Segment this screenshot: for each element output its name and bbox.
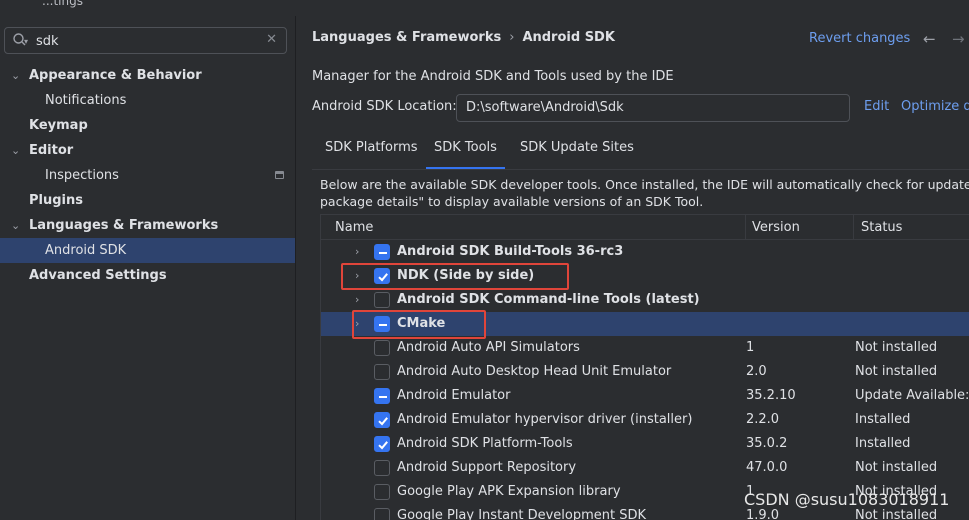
tab-sdk-platforms[interactable]: SDK Platforms bbox=[325, 134, 418, 170]
row-checkbox[interactable] bbox=[374, 340, 390, 356]
table-row[interactable]: Android Support Repository 47.0.0 Not inst… bbox=[321, 456, 969, 480]
tool-version: 1 bbox=[746, 340, 755, 355]
table-row[interactable]: › Android SDK Build-Tools 36-rc3 bbox=[321, 240, 969, 264]
sidebar-item-label: Appearance & Behavior bbox=[29, 68, 202, 83]
row-checkbox[interactable] bbox=[374, 436, 390, 452]
row-checkbox[interactable] bbox=[374, 508, 390, 520]
sidebar-item[interactable]: Android SDK bbox=[0, 238, 295, 263]
row-checkbox[interactable] bbox=[374, 292, 390, 308]
sdk-tools-table: Name Version Status › Android SDK Build-T… bbox=[320, 214, 969, 520]
chevron-down-icon[interactable]: ⌄ bbox=[11, 63, 20, 88]
manager-description: Manager for the Android SDK and Tools us… bbox=[312, 69, 674, 84]
row-checkbox[interactable] bbox=[374, 364, 390, 380]
tools-info-line-1: Below are the available SDK developer to… bbox=[320, 177, 969, 192]
sidebar-item-label: Editor bbox=[29, 143, 74, 158]
tab-sdk-tools[interactable]: SDK Tools bbox=[426, 134, 505, 170]
sidebar-item[interactable]: Keymap bbox=[0, 113, 295, 138]
tool-status: Installed bbox=[855, 412, 911, 427]
tools-info-line-2: package details" to display available ve… bbox=[320, 194, 704, 209]
sidebar-item[interactable]: ⌄ Appearance & Behavior bbox=[0, 63, 295, 88]
row-checkbox[interactable] bbox=[374, 412, 390, 428]
tool-status: Not installed bbox=[855, 364, 938, 379]
tool-version: 47.0.0 bbox=[746, 460, 788, 475]
chevron-down-icon[interactable]: ⌄ bbox=[11, 138, 20, 163]
row-checkbox[interactable] bbox=[374, 460, 390, 476]
watermark: CSDN @susu1083018911 bbox=[744, 490, 950, 509]
tool-name: Android SDK Build-Tools 36-rc3 bbox=[397, 244, 624, 259]
tool-name: Android Support Repository bbox=[397, 460, 577, 475]
tab-divider bbox=[312, 169, 969, 170]
sidebar-item[interactable]: Advanced Settings bbox=[0, 263, 295, 288]
breadcrumb: Languages & Frameworks › Android SDK bbox=[312, 30, 615, 45]
tool-name: Google Play Instant Development SDK bbox=[397, 508, 647, 520]
sidebar-item[interactable]: ⌄ Editor bbox=[0, 138, 295, 163]
row-checkbox[interactable] bbox=[374, 244, 390, 260]
forward-arrow-icon[interactable]: → bbox=[952, 30, 965, 48]
settings-tree: ⌄ Appearance & Behavior Notifications Keyma… bbox=[0, 63, 295, 288]
column-header-version[interactable]: Version bbox=[745, 215, 853, 240]
highlight-box-cmake bbox=[352, 310, 486, 339]
sidebar-item-label: Plugins bbox=[29, 193, 83, 208]
breadcrumb-separator-icon: › bbox=[509, 30, 515, 45]
tool-status: Not installed bbox=[855, 460, 938, 475]
tool-version: 35.2.10 bbox=[746, 388, 796, 403]
close-icon[interactable]: ✕ bbox=[266, 32, 277, 47]
window-title-fragment: ...tings bbox=[42, 0, 83, 8]
sdk-location-label: Android SDK Location: bbox=[312, 99, 457, 114]
tool-name: Android SDK Platform-Tools bbox=[397, 436, 573, 451]
tool-name: Android SDK Command-line Tools (latest) bbox=[397, 292, 700, 307]
chevron-down-icon[interactable]: ⌄ bbox=[11, 213, 20, 238]
table-row[interactable]: Android SDK Platform-Tools 35.0.2 Installe… bbox=[321, 432, 969, 456]
search-input[interactable] bbox=[36, 31, 256, 51]
tool-name: Android Emulator bbox=[397, 388, 511, 403]
sidebar-item-label: Android SDK bbox=[45, 243, 127, 258]
settings-search[interactable]: ▾ ✕ bbox=[4, 27, 287, 54]
tool-name: Android Auto API Simulators bbox=[397, 340, 580, 355]
column-header-status[interactable]: Status bbox=[853, 215, 969, 240]
sidebar-item-label: Notifications bbox=[45, 93, 127, 108]
sidebar-item-label: Languages & Frameworks bbox=[29, 218, 219, 233]
tool-name: Google Play APK Expansion library bbox=[397, 484, 621, 499]
table-row[interactable]: Android Auto API Simulators 1 Not installe… bbox=[321, 336, 969, 360]
table-row[interactable]: › Android SDK Command-line Tools (latest) bbox=[321, 288, 969, 312]
sidebar-item[interactable]: Inspections bbox=[0, 163, 295, 188]
column-header-name[interactable]: Name bbox=[321, 215, 745, 240]
row-checkbox[interactable] bbox=[374, 484, 390, 500]
sidebar-item[interactable]: ⌄ Languages & Frameworks bbox=[0, 213, 295, 238]
search-options-chevron-icon[interactable]: ▾ bbox=[24, 37, 28, 46]
window-title-strip: ...tings bbox=[0, 0, 969, 16]
chevron-right-icon[interactable]: › bbox=[355, 288, 359, 312]
tool-status: Update Available: 35 bbox=[855, 388, 969, 403]
revert-changes-link[interactable]: Revert changes bbox=[809, 31, 910, 46]
sidebar-item-label: Advanced Settings bbox=[29, 268, 167, 283]
chevron-right-icon[interactable]: › bbox=[355, 240, 359, 264]
tool-name: Android Emulator hypervisor driver (inst… bbox=[397, 412, 693, 427]
tool-status: Installed bbox=[855, 436, 911, 451]
project-scope-icon bbox=[275, 171, 284, 179]
tool-name: Android Auto Desktop Head Unit Emulator bbox=[397, 364, 672, 379]
tool-status: Not installed bbox=[855, 340, 938, 355]
sidebar-item[interactable]: Plugins bbox=[0, 188, 295, 213]
table-row[interactable]: Android Auto Desktop Head Unit Emulator 2… bbox=[321, 360, 969, 384]
table-row[interactable]: Android Emulator hypervisor driver (inst… bbox=[321, 408, 969, 432]
sidebar-item-label: Keymap bbox=[29, 118, 88, 133]
settings-sidebar: ▾ ✕ ⌄ Appearance & Behavior Notifications K… bbox=[0, 16, 296, 520]
row-checkbox[interactable] bbox=[374, 388, 390, 404]
back-arrow-icon[interactable]: ← bbox=[923, 30, 936, 48]
breadcrumb-parent[interactable]: Languages & Frameworks bbox=[312, 30, 501, 45]
tool-version: 2.0 bbox=[746, 364, 767, 379]
sidebar-item-label: Inspections bbox=[45, 168, 119, 183]
sidebar-item[interactable]: Notifications bbox=[0, 88, 295, 113]
edit-location-link[interactable]: Edit bbox=[864, 99, 889, 114]
tool-version: 35.0.2 bbox=[746, 436, 788, 451]
breadcrumb-current: Android SDK bbox=[522, 30, 615, 45]
sdk-location-field[interactable]: D:\software\Android\Sdk bbox=[456, 94, 850, 122]
tab-sdk-update-sites[interactable]: SDK Update Sites bbox=[520, 134, 634, 170]
table-header: Name Version Status bbox=[321, 215, 969, 240]
tools-info-text: Below are the available SDK developer to… bbox=[320, 176, 969, 210]
optimize-disk-space-link[interactable]: Optimize disk space bbox=[901, 99, 969, 114]
tool-version: 2.2.0 bbox=[746, 412, 780, 427]
highlight-box-ndk bbox=[341, 263, 569, 290]
table-row[interactable]: Android Emulator 35.2.10 Update Available:… bbox=[321, 384, 969, 408]
